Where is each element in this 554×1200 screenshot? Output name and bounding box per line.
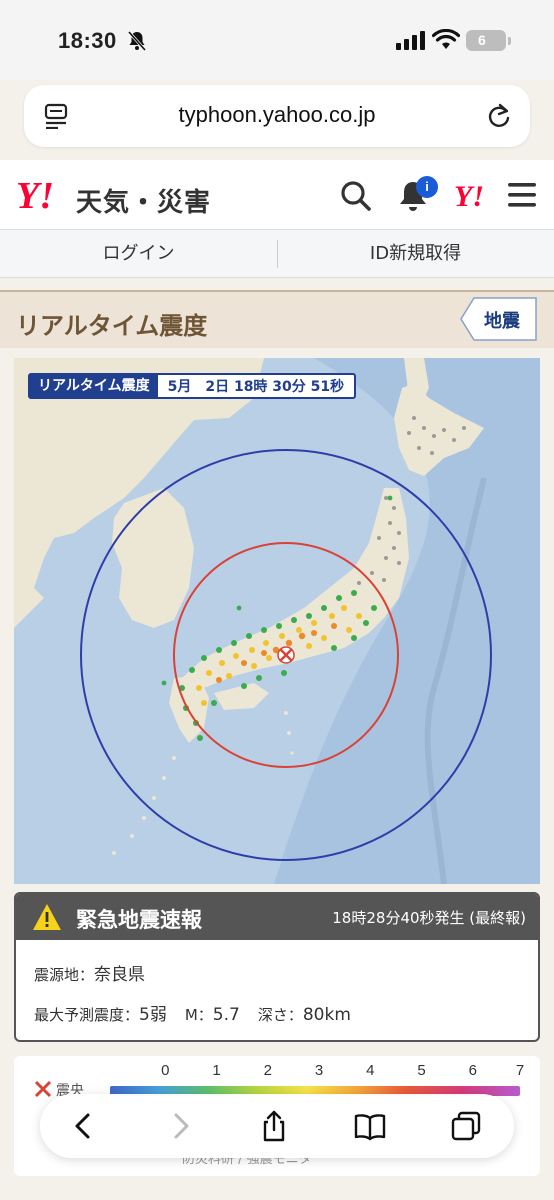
scale-tick: 6 — [468, 1062, 478, 1079]
map-caption-time: 5月 2日 18時 30分 51秒 — [167, 379, 345, 395]
scale-ticks: 0 1 2 3 4 5 6 7 — [110, 1062, 524, 1082]
scale-tick: 2 — [263, 1062, 273, 1079]
silent-bell-icon — [127, 31, 147, 51]
cellular-signal-icon — [396, 31, 425, 50]
reload-icon[interactable] — [486, 102, 512, 130]
site-header: Y! 天気・災害 Y! — [0, 160, 554, 230]
warning-icon — [33, 904, 61, 930]
status-time: 18:30 — [58, 28, 117, 53]
max-intensity-label: 最大予測震度： — [34, 1006, 140, 1024]
service-title[interactable]: 天気・災害 — [76, 182, 211, 219]
share-icon[interactable] — [258, 1110, 290, 1142]
url-text[interactable]: typhoon.yahoo.co.jp — [24, 102, 530, 128]
scale-tick: 7 — [515, 1062, 525, 1079]
epicenter-legend-icon — [34, 1080, 52, 1098]
earthquake-link[interactable]: 地震 — [460, 297, 538, 341]
yahoo-home-icon[interactable]: Y! — [454, 180, 484, 214]
scale-tick: 1 — [212, 1062, 221, 1079]
magnitude-label: M： — [184, 1006, 213, 1024]
scale-tick: 3 — [314, 1062, 324, 1079]
address-bar[interactable]: typhoon.yahoo.co.jp — [24, 85, 530, 147]
eew-issued-time: 18時28分40秒発生 (最終報) — [332, 909, 526, 927]
search-icon[interactable] — [340, 180, 372, 212]
epicenter-row: 震源地：奈良県 — [34, 960, 145, 985]
status-bar: 18:30 6 — [0, 0, 554, 80]
details-row: 最大予測震度：5弱 M：5.7 深さ：80km — [34, 1000, 351, 1025]
bookmarks-icon[interactable] — [354, 1110, 386, 1142]
x-mark-icon — [277, 646, 295, 664]
back-icon[interactable] — [68, 1110, 100, 1142]
scale-tick: 0 — [161, 1062, 170, 1079]
depth-label: 深さ： — [257, 1006, 303, 1024]
eew-header: 緊急地震速報 18時28分40秒発生 (最終報) — [16, 894, 538, 940]
tabs-icon[interactable] — [450, 1110, 482, 1142]
battery-indicator: 6 — [466, 30, 511, 51]
depth-value: 80km — [302, 1005, 351, 1025]
forward-icon[interactable] — [164, 1110, 196, 1142]
yahoo-logo[interactable]: Y! — [16, 177, 54, 215]
map-timestamp: リアルタイム震度 5月 2日 18時 30分 51秒 — [28, 373, 357, 399]
map-caption-label: リアルタイム震度 — [30, 375, 158, 397]
epicenter-label: 震源地： — [34, 966, 95, 984]
map-canvas — [14, 358, 540, 884]
magnitude-value: 5.7 — [212, 1005, 240, 1025]
notification-badge: i — [416, 176, 438, 198]
hamburger-menu-icon[interactable] — [508, 182, 536, 208]
earthquake-link-label[interactable]: 地震 — [484, 307, 520, 333]
realtime-intensity-map[interactable] — [14, 358, 540, 884]
max-intensity-value: 5弱 — [139, 1005, 167, 1025]
emergency-warning-panel[interactable]: 緊急地震速報 18時28分40秒発生 (最終報) 震源地：奈良県 最大予測震度：… — [14, 892, 540, 1042]
section-title: リアルタイム震度 — [16, 312, 208, 340]
scale-tick: 5 — [417, 1062, 426, 1079]
scale-tick: 4 — [366, 1062, 375, 1079]
login-link[interactable]: ログイン — [0, 230, 277, 278]
eew-title: 緊急地震速報 — [76, 908, 202, 932]
browser-toolbar — [40, 1094, 514, 1158]
register-link[interactable]: ID新規取得 — [277, 230, 554, 278]
epicenter-value: 奈良県 — [94, 965, 146, 985]
account-bar: ログイン ID新規取得 — [0, 230, 554, 278]
wifi-icon — [432, 29, 460, 49]
